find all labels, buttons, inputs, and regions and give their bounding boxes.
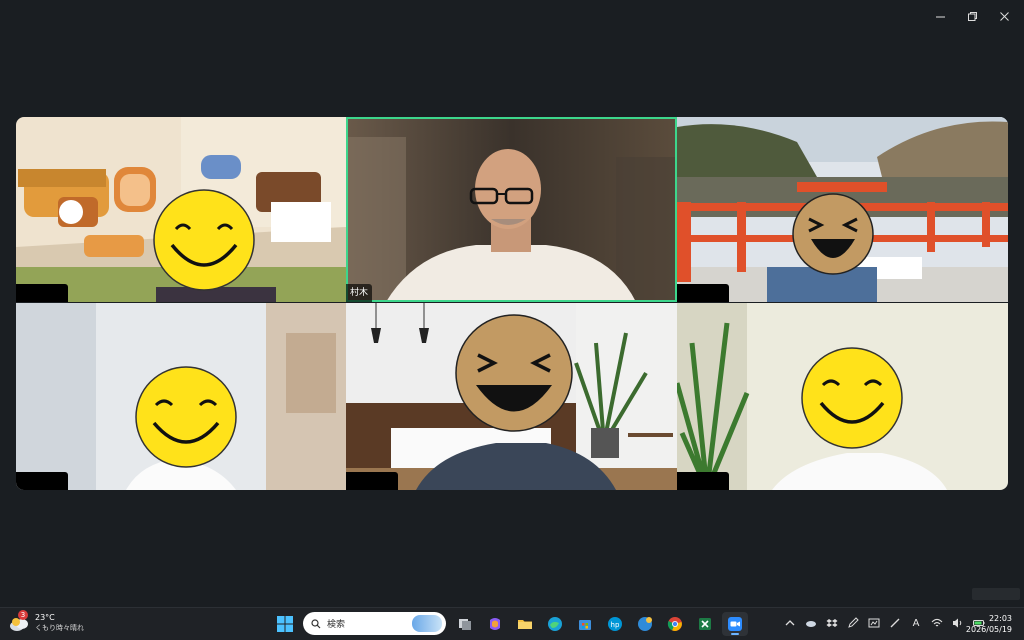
edge-button[interactable] [542,612,568,636]
restore-icon [967,11,977,21]
ime-indicator[interactable]: A [908,615,924,631]
weather-condition: くもり時々晴れ [35,624,84,632]
window-controls [926,6,1018,26]
windows-icon [277,616,293,632]
restore-button[interactable] [958,6,986,26]
participant-tile-2[interactable]: 村木 [346,117,677,302]
g-app-icon [638,617,652,631]
excel-icon [699,618,711,630]
system-tray: A [782,615,987,631]
g-app-button[interactable] [632,612,658,636]
minimize-button[interactable] [926,6,954,26]
notification-badge: 3 [18,610,28,620]
participant-name-label: 村木 [346,284,373,302]
brush-icon [890,618,900,628]
participant-tile-5[interactable] [346,303,677,490]
edge-icon [548,617,562,631]
participant-tile-1[interactable] [16,117,346,302]
copilot-icon [490,618,500,630]
volume-button[interactable] [950,615,966,631]
chrome-icon [667,617,682,631]
wifi-button[interactable] [929,615,945,631]
zoom-button[interactable] [722,612,748,636]
close-button[interactable] [990,6,1018,26]
participant-tile-6[interactable] [677,303,1008,490]
dropbox-button[interactable] [824,615,840,631]
participant-tile-3[interactable] [677,117,1008,302]
participant-name-redacted [16,472,68,490]
close-icon [999,11,1009,21]
video-feed [677,303,1008,490]
cloud-sync-icon [806,621,816,627]
video-feed [677,117,1008,302]
weather-widget[interactable]: 3 23°C くもり時々晴れ [8,610,84,634]
hp-button[interactable]: hp [602,612,628,636]
tray-app-button[interactable] [866,615,882,631]
clock-date: 2026/05/19 [965,625,1012,634]
clock-time: 22:03 [988,614,1012,623]
participant-name-redacted [677,472,729,490]
cloud-icon: 3 [8,610,30,634]
video-feed [16,303,346,490]
video-grid: 村木 [16,117,1008,490]
video-feed [346,303,677,490]
video-feed [16,117,346,302]
taskbar-clock[interactable]: 22:03 2026/05/19 [966,613,1012,635]
search-highlight-image [412,615,442,632]
search-placeholder: 検索 [327,620,346,630]
onedrive-button[interactable] [803,615,819,631]
participant-name-redacted [346,472,398,490]
pen-icon [848,617,859,628]
task-view-button[interactable] [452,612,478,636]
chrome-button[interactable] [662,612,688,636]
minimize-icon [935,16,945,17]
taskbar: 3 23°C くもり時々晴れ 検索 hp A 22:03 2026/05/19 [0,607,1024,640]
participant-name-redacted [677,284,729,302]
participant-name-redacted [16,284,68,302]
start-button[interactable] [277,616,293,632]
store-button[interactable] [572,612,598,636]
folder-icon [518,620,532,629]
svg-text:hp: hp [611,621,620,629]
excel-button[interactable] [692,612,718,636]
pen-tray-button[interactable] [845,615,861,631]
dropbox-icon [826,619,838,627]
tray-app-icon [868,618,880,628]
speaker-icon [953,618,962,628]
taskbar-search-box[interactable]: 検索 [303,612,446,635]
zoom-icon [728,617,742,631]
weather-temperature: 23°C [35,613,55,622]
file-explorer-button[interactable] [512,612,538,636]
task-view-icon [459,619,471,630]
hp-icon: hp [608,617,622,631]
copilot-button[interactable] [482,612,508,636]
participant-tile-4[interactable] [16,303,346,490]
search-icon [311,618,321,628]
store-icon [579,620,591,630]
wifi-icon [931,618,943,627]
tray-app2-button[interactable] [887,615,903,631]
tray-overflow-button[interactable] [782,615,798,631]
video-feed [346,117,677,302]
taskbar-apps: hp [452,612,748,636]
chevron-up-icon [785,620,795,626]
faint-overlay [972,588,1020,600]
